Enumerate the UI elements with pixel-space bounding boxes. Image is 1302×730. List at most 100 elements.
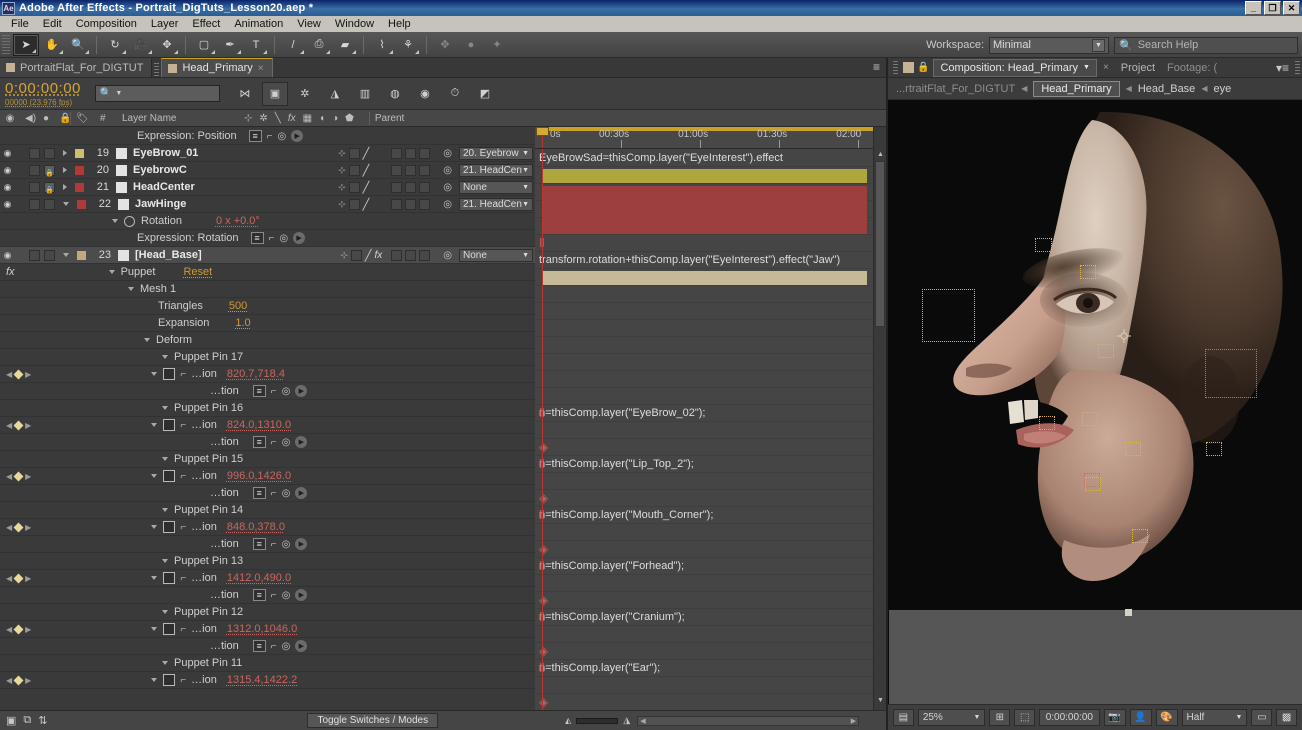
parent-select[interactable]: None ▼ <box>459 180 533 194</box>
graph-icon[interactable]: ⌐ <box>180 522 186 533</box>
expression-enable-icon[interactable]: ≡ <box>252 487 266 499</box>
lock-toggle-icon[interactable]: 🔒 <box>54 113 71 124</box>
keyframe-marker[interactable]: ◈ <box>539 644 548 658</box>
timeline-zoom-slider[interactable]: ◭ ◮ <box>565 715 630 726</box>
graph-icon[interactable]: ⌐ <box>180 471 186 482</box>
next-keyframe-icon[interactable]: ▶ <box>25 472 31 481</box>
graph-icon[interactable]: ⌐ <box>180 369 186 380</box>
timeline-track-row[interactable] <box>535 592 886 609</box>
switch-cell[interactable] <box>405 164 417 176</box>
current-time-display[interactable]: 0:00:00:00 00000 (23.976 fps) <box>5 80 81 107</box>
puppet-pin-nose-region[interactable] <box>922 289 975 342</box>
expand-arrow-icon[interactable] <box>162 508 168 512</box>
property-value[interactable]: 0 x +0.0° <box>216 215 260 227</box>
stopwatch-icon[interactable] <box>163 623 176 635</box>
scroll-down-icon[interactable]: ▼ <box>876 697 885 706</box>
resolution-select[interactable]: Half ▼ <box>1181 709 1248 726</box>
switch-cell[interactable] <box>391 147 403 159</box>
fx-switch-icon[interactable]: fx <box>374 250 382 261</box>
position-value[interactable]: 820.7,718.4 <box>227 368 285 380</box>
panel-menu-icon[interactable]: ▾≡ <box>1276 61 1293 75</box>
show-snapshot-icon[interactable]: 👤 <box>1129 709 1152 726</box>
expression-language-icon[interactable]: ▶ <box>295 589 308 601</box>
quality-switch-icon[interactable]: ╱ <box>365 249 372 262</box>
expression-graph-icon[interactable]: ⌐ <box>267 131 273 142</box>
comp-flowchart-icon[interactable]: ▣ <box>6 714 16 727</box>
layer-duration-bar[interactable] <box>542 186 867 234</box>
expand-arrow-icon[interactable] <box>151 423 158 427</box>
timeline-track-row[interactable] <box>535 677 886 694</box>
timeline-track-row[interactable] <box>535 388 886 405</box>
next-keyframe-icon[interactable]: ▶ <box>25 421 31 430</box>
shy-switch-icon[interactable]: ⊹ <box>338 199 346 210</box>
puppet-pin-tool[interactable]: ⚘ <box>395 34 421 56</box>
position-value[interactable]: 1312.0,1046.0 <box>227 623 297 635</box>
breadcrumb-item-head-primary[interactable]: Head_Primary <box>1033 80 1120 97</box>
current-time-indicator[interactable] <box>536 127 549 147</box>
brush-tool[interactable]: / <box>280 34 306 56</box>
pen-tool[interactable]: ✒ <box>217 34 243 56</box>
menu-item-animation[interactable]: Animation <box>227 16 290 32</box>
expression-pickwhip-icon[interactable]: ◎ <box>279 233 288 244</box>
puppet-pin-lip-top[interactable] <box>1039 416 1055 430</box>
keyframe-marker[interactable]: ◈ <box>539 440 548 454</box>
reset-link[interactable]: Reset <box>183 266 212 278</box>
stopwatch-icon[interactable] <box>124 215 135 227</box>
parent-pickwhip-icon[interactable]: ◎ <box>443 148 452 159</box>
always-preview-icon[interactable]: ▤ <box>893 709 914 726</box>
auto-keyframe-icon[interactable]: ◉ <box>412 82 438 106</box>
graph-icon[interactable]: ⌐ <box>180 420 186 431</box>
timeline-track-row[interactable] <box>535 473 886 490</box>
motion-blur-icon[interactable]: ▥ <box>352 82 378 106</box>
next-keyframe-icon[interactable]: ▶ <box>25 523 31 532</box>
snapshot-icon[interactable]: 📷 <box>1103 709 1126 726</box>
switch-cell[interactable] <box>391 249 403 261</box>
expand-arrow-icon[interactable] <box>63 202 69 206</box>
switch-cell[interactable] <box>391 164 403 176</box>
tab-portraitflat[interactable]: PortraitFlat_For_DIGTUT <box>0 58 153 77</box>
layer-name[interactable]: [Head_Base] <box>135 249 202 261</box>
expression-pickwhip-icon[interactable]: ◎ <box>282 437 291 448</box>
menu-item-effect[interactable]: Effect <box>185 16 227 32</box>
transparency-grid-icon[interactable]: ▩ <box>1276 709 1298 726</box>
expand-arrow-icon[interactable] <box>63 253 69 257</box>
lock-toggle-cell[interactable] <box>44 249 55 261</box>
stopwatch-icon[interactable] <box>163 572 176 584</box>
expand-arrow-icon[interactable] <box>63 167 67 173</box>
expand-arrow-icon[interactable] <box>162 610 168 614</box>
parent-pickwhip-icon[interactable]: ◎ <box>443 182 452 193</box>
quality-switch-icon[interactable]: ╱ <box>363 181 370 194</box>
menu-item-layer[interactable]: Layer <box>144 16 186 32</box>
keyframe-navigator[interactable]: ◀ ▶ <box>6 420 31 430</box>
switch-cell[interactable] <box>419 249 431 261</box>
zoom-in-icon[interactable]: ◮ <box>623 715 630 726</box>
expression-language-icon[interactable]: ▶ <box>291 130 304 142</box>
layer-name[interactable]: EyeBrow_01 <box>133 147 198 159</box>
expression-enable-icon[interactable]: ≡ <box>252 589 266 601</box>
switch-cell[interactable] <box>419 198 431 210</box>
next-keyframe-icon[interactable]: ▶ <box>25 676 31 685</box>
video-toggle-icon[interactable]: ◉ <box>0 250 15 261</box>
timeline-track-row[interactable] <box>535 337 886 354</box>
panel-grip[interactable] <box>893 60 898 75</box>
expression-pickwhip-icon[interactable]: ◎ <box>282 641 291 652</box>
prev-keyframe-icon[interactable]: ◀ <box>6 370 12 379</box>
viewer-timecode[interactable]: 0:00:00:00 <box>1039 709 1100 726</box>
prev-keyframe-icon[interactable]: ◀ <box>6 421 12 430</box>
menu-item-composition[interactable]: Composition <box>69 16 144 32</box>
layer-name[interactable]: EyebrowC <box>133 164 187 176</box>
draft-3d-icon[interactable]: ▣ <box>261 81 288 106</box>
collapse-switch[interactable] <box>350 249 362 261</box>
timeline-track-row[interactable] <box>535 320 886 337</box>
panel-grip-right[interactable] <box>1295 60 1300 75</box>
puppet-pin-eyebrow-outer[interactable] <box>1035 238 1052 252</box>
param-value[interactable]: 1.0 <box>235 317 250 329</box>
timeline-track-row[interactable] <box>535 541 886 558</box>
breadcrumb-item-portraitflat[interactable]: ...rtraitFlat_For_DIGTUT <box>896 83 1015 95</box>
timeline-track-row[interactable] <box>535 694 886 710</box>
video-toggle-icon[interactable]: ◉ <box>0 199 15 210</box>
keyframe-diamond-icon[interactable] <box>13 675 24 685</box>
switch-cell[interactable] <box>419 164 431 176</box>
graph-icon[interactable]: ⌐ <box>180 624 186 635</box>
shy-switch-icon[interactable]: ⊹ <box>338 165 346 176</box>
